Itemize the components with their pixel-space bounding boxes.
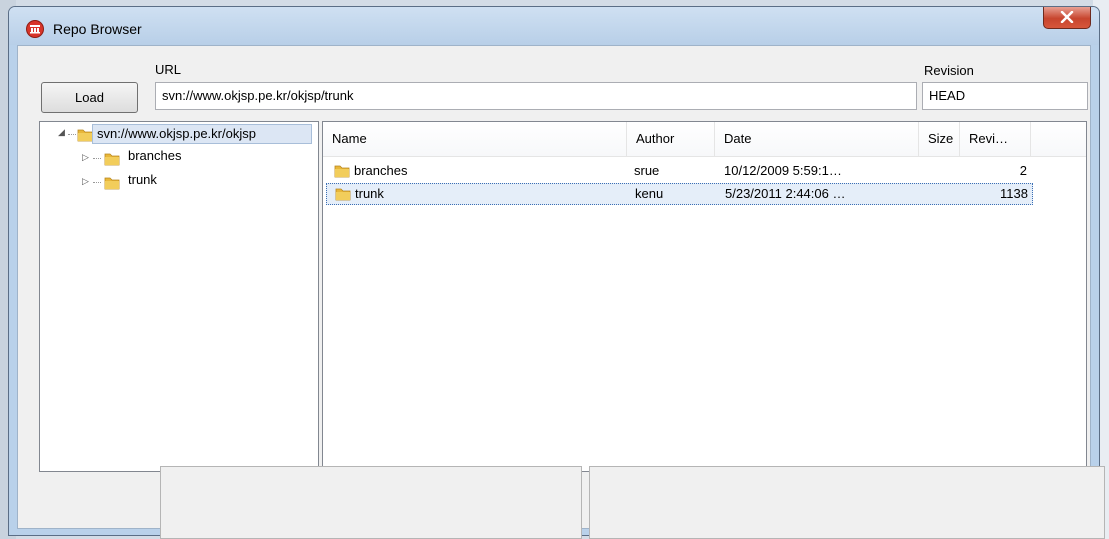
- list-header: Name Author Date Size Revi…: [323, 122, 1086, 157]
- title-bar[interactable]: Repo Browser: [9, 7, 1099, 45]
- revision-input[interactable]: HEAD: [922, 82, 1088, 110]
- folder-icon: [104, 153, 120, 166]
- blank-overlay-panel-right: [589, 466, 1105, 539]
- tree-connector: [93, 182, 101, 183]
- tree-item-trunk[interactable]: ▷ trunk: [40, 172, 318, 194]
- expand-triangle-icon[interactable]: ▷: [82, 176, 89, 187]
- folder-icon: [104, 177, 120, 190]
- url-label: URL: [155, 62, 182, 77]
- tree-connector: [93, 158, 101, 159]
- tree-item-label: branches: [128, 148, 182, 163]
- file-list[interactable]: Name Author Date Size Revi… branches sru…: [322, 121, 1087, 472]
- folder-icon: [334, 165, 350, 178]
- dialog-client-area: URL Revision Load svn://www.okjsp.pe.kr/…: [17, 45, 1091, 529]
- cell-date: 10/12/2009 5:59:1…: [724, 163, 842, 178]
- table-row[interactable]: branches srue 10/12/2009 5:59:1… 2: [323, 160, 1033, 182]
- column-header-name[interactable]: Name: [323, 122, 627, 156]
- table-row-selected[interactable]: trunk kenu 5/23/2011 2:44:06 … 1138: [326, 183, 1033, 205]
- tree-connector: [68, 134, 76, 135]
- tree-item-label: trunk: [128, 172, 157, 187]
- tree-item-label: svn://www.okjsp.pe.kr/okjsp: [97, 126, 256, 141]
- blank-overlay-panel-left: [160, 466, 582, 539]
- cell-revision: 2: [1019, 163, 1027, 178]
- repository-tree[interactable]: ◢ svn://www.okjsp.pe.kr/okjsp ▷ branches: [39, 121, 319, 472]
- cell-author: kenu: [635, 186, 664, 201]
- column-header-size[interactable]: Size: [919, 122, 960, 156]
- revision-label: Revision: [924, 63, 974, 78]
- cell-name: branches: [354, 163, 408, 178]
- tree-item-root[interactable]: ◢ svn://www.okjsp.pe.kr/okjsp: [40, 124, 318, 146]
- close-button[interactable]: [1043, 7, 1091, 29]
- cell-name: trunk: [355, 186, 384, 201]
- column-header-date[interactable]: Date: [715, 122, 919, 156]
- window-title: Repo Browser: [53, 21, 142, 37]
- repo-browser-window: Repo Browser URL Revision Load svn://www…: [8, 6, 1100, 536]
- column-header-author[interactable]: Author: [627, 122, 715, 156]
- tree-item-branches[interactable]: ▷ branches: [40, 148, 318, 170]
- cell-date: 5/23/2011 2:44:06 …: [725, 186, 846, 201]
- cell-author: srue: [634, 163, 660, 178]
- close-icon: [1060, 11, 1074, 23]
- load-button[interactable]: Load: [41, 82, 138, 113]
- repo-browser-app-icon: [26, 20, 44, 38]
- column-header-revision[interactable]: Revi…: [960, 122, 1031, 156]
- expand-triangle-icon[interactable]: ▷: [82, 152, 89, 163]
- url-input[interactable]: svn://www.okjsp.pe.kr/okjsp/trunk: [155, 82, 917, 110]
- folder-icon: [335, 188, 351, 201]
- collapse-triangle-icon[interactable]: ◢: [58, 127, 65, 138]
- cell-revision: 1138: [1000, 186, 1028, 201]
